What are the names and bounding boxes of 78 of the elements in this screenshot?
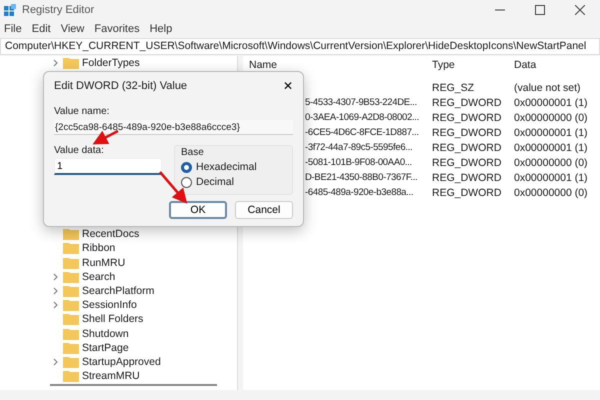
tree-item[interactable]: StartupApproved: [82, 356, 161, 368]
ok-button[interactable]: OK: [169, 201, 227, 219]
table-cell: -6485-489a-920e-b3e88a...: [305, 187, 414, 198]
table-cell: REG_DWORD: [432, 96, 502, 108]
radio-button[interactable]: [181, 176, 192, 188]
table-cell: 0x00000000 (0): [514, 186, 588, 198]
tree-item[interactable]: StartPage: [82, 342, 129, 354]
tree-item[interactable]: RunMRU: [82, 256, 126, 269]
table-cell: (value not set): [514, 82, 581, 94]
table-cell: 0x00000001 (1): [514, 142, 588, 154]
chevron-icon[interactable]: [52, 301, 60, 310]
table-cell: REG_DWORD: [432, 172, 502, 184]
chevron-icon[interactable]: [52, 272, 60, 281]
table-cell: -5081-101B-9F08-00AA0...: [305, 157, 412, 168]
table-cell: REG_DWORD: [432, 112, 502, 124]
table-cell: 0x00000001 (1): [514, 172, 588, 184]
folder-icon: [63, 313, 79, 326]
table-cell: REG_DWORD: [432, 142, 502, 154]
maximize-icon[interactable]: [535, 5, 545, 15]
folder-icon: [63, 299, 79, 312]
folder-icon: [63, 270, 79, 283]
folder-icon: [63, 328, 79, 340]
chevron-icon[interactable]: [52, 358, 60, 366]
tree-item[interactable]: SessionInfo: [82, 299, 137, 312]
tree-item[interactable]: Shell Folders: [82, 313, 144, 326]
menu-item[interactable]: File: [4, 23, 22, 35]
tree-item[interactable]: Shutdown: [82, 328, 129, 340]
address-bar[interactable]: Computer\HKEY_CURRENT_USER\Software\Microsoft\Windows\CurrentVersion\Explorer\HideDesktopIcons\NewStartPanel: [0, 38, 600, 55]
value-data-field[interactable]: 1: [54, 158, 162, 175]
group-label: Base: [181, 147, 205, 158]
tree-item[interactable]: SearchPlatform: [82, 285, 154, 298]
folder-icon: [63, 342, 79, 354]
table-cell: 0x00000000 (0): [514, 156, 588, 168]
radio-label[interactable]: Decimal: [196, 176, 234, 188]
cancel-button[interactable]: Cancel: [235, 201, 293, 219]
value-name-field[interactable]: {2cc5ca98-6485-489a-920e-b3e88a6ccce3}: [54, 120, 293, 135]
close-button[interactable]: ✕: [283, 79, 293, 93]
table-cell: 0x00000001 (1): [514, 96, 588, 108]
folder-icon: [63, 242, 79, 254]
table-cell: REG_SZ: [432, 82, 474, 94]
radio-button[interactable]: [181, 162, 192, 172]
table-cell: REG_DWORD: [432, 186, 502, 198]
close-icon[interactable]: [575, 5, 585, 15]
table-cell: REG_DWORD: [432, 156, 502, 168]
folder-icon: [63, 356, 79, 368]
registry-icon: [4, 4, 16, 16]
column-header[interactable]: Type: [432, 58, 455, 70]
chevron-icon[interactable]: [52, 59, 60, 68]
folder-icon: [63, 285, 79, 298]
table-cell: REG_DWORD: [432, 126, 502, 138]
scrollbar[interactable]: [50, 384, 217, 386]
table-cell: 0x00000000 (0): [514, 112, 588, 124]
table-cell: 5-4533-4307-9B53-224DE...: [305, 97, 417, 108]
table-cell: 0-3AEA-1069-A2D8-08002...: [305, 112, 419, 123]
table-cell: 0x00000001 (1): [514, 126, 588, 138]
menu-item[interactable]: Favorites: [94, 23, 140, 35]
tree-item[interactable]: Search: [82, 270, 116, 283]
pointer-arrow: [159, 171, 188, 204]
chevron-icon[interactable]: [52, 287, 60, 296]
tree-item[interactable]: Ribbon: [82, 242, 116, 254]
menu-item[interactable]: View: [60, 23, 84, 35]
folder-icon: [63, 256, 79, 269]
column-header[interactable]: Data: [514, 58, 536, 70]
table-cell: D-BE21-4350-88B0-7367F...: [305, 172, 418, 183]
folder-icon: [63, 370, 79, 382]
field-label: Value name:: [54, 106, 110, 117]
table-cell: -6CE5-4D6C-8FCE-1D887...: [305, 127, 419, 138]
radio-label[interactable]: Hexadecimal: [196, 161, 257, 173]
tree-item[interactable]: StreamMRU: [82, 370, 140, 382]
menu-item[interactable]: Edit: [32, 23, 51, 35]
tree-item[interactable]: FolderTypes: [82, 57, 140, 70]
column-header[interactable]: Name: [249, 58, 278, 70]
window-title: Registry Editor: [22, 4, 94, 16]
tree-item[interactable]: RecentDocs: [82, 228, 140, 240]
table-cell: -3f72-44a7-89c5-5595fe6...: [305, 142, 412, 153]
field-label: Value data:: [54, 145, 105, 156]
menu-item[interactable]: Help: [150, 23, 172, 35]
dialog-title: Edit DWORD (32-bit) Value: [54, 80, 188, 92]
